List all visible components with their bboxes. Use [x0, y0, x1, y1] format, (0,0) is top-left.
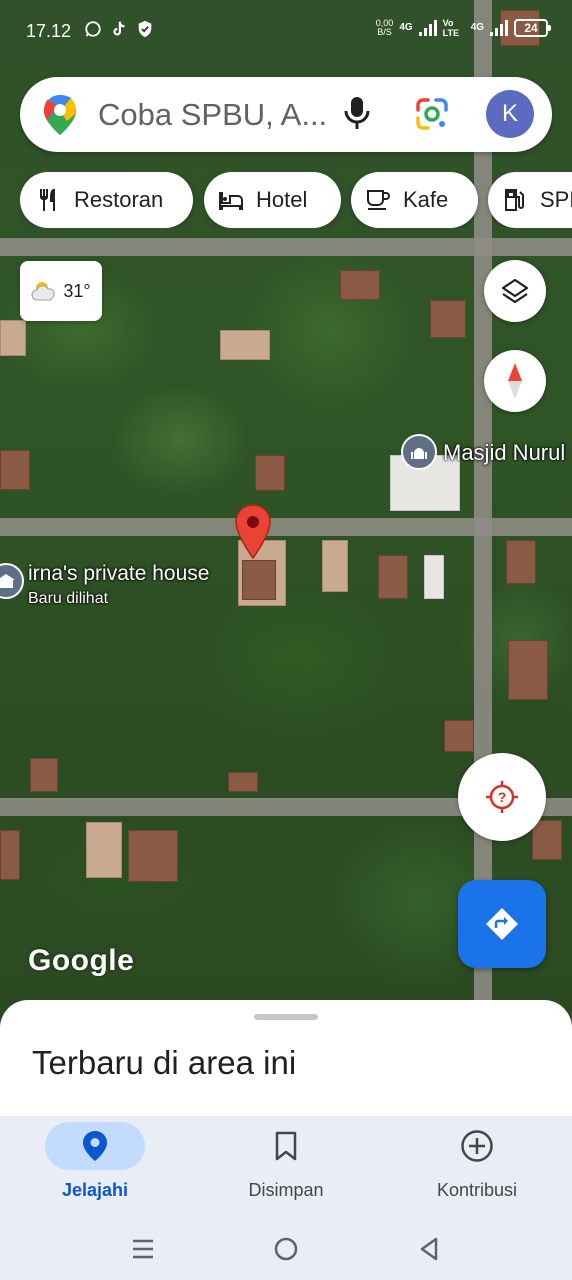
back-triangle-icon — [420, 1237, 438, 1261]
home-button[interactable] — [271, 1234, 301, 1264]
building — [424, 555, 444, 599]
google-lens-icon[interactable] — [414, 96, 450, 132]
google-maps-logo-icon — [44, 95, 76, 135]
net-type-1: 4G — [399, 22, 413, 33]
location-pin-icon — [83, 1131, 107, 1161]
building — [532, 820, 562, 860]
layers-icon — [501, 278, 529, 304]
drag-handle[interactable] — [254, 1014, 318, 1020]
weather-widget[interactable]: 31° — [20, 261, 102, 321]
building — [255, 455, 285, 491]
signal-bars-icon — [490, 20, 508, 36]
building — [340, 270, 380, 300]
bookmark-icon — [275, 1131, 297, 1161]
bottom-navigation: Jelajahi Disimpan Kontribusi — [0, 1116, 572, 1216]
nav-icon-container — [236, 1122, 336, 1170]
building — [30, 758, 58, 792]
road — [474, 0, 492, 1030]
net-speed: 0,00 B/S — [375, 18, 394, 37]
svg-text:?: ? — [498, 789, 507, 805]
search-bar[interactable]: Coba SPBU, A... K — [20, 77, 552, 152]
chip-spbu[interactable]: SPBU — [488, 172, 572, 228]
avatar[interactable]: K — [486, 90, 534, 138]
building — [430, 300, 466, 338]
selected-location-pin-icon[interactable] — [234, 504, 272, 560]
battery-icon: 24 — [514, 19, 551, 37]
building — [444, 720, 474, 752]
directions-button[interactable] — [458, 880, 546, 968]
google-watermark: Google — [28, 944, 135, 977]
nav-kontribusi[interactable]: Kontribusi — [382, 1116, 572, 1216]
mosque-icon[interactable] — [401, 434, 437, 470]
layers-button[interactable] — [484, 260, 546, 322]
bed-icon — [219, 192, 243, 210]
nav-label: Kontribusi — [436, 1180, 518, 1200]
category-chips: Restoran Hotel Kafe SPBU — [20, 172, 572, 228]
building — [242, 560, 276, 600]
coffee-icon — [367, 190, 390, 210]
building — [506, 540, 536, 584]
building — [508, 640, 548, 700]
volte-label: Vo LTE — [442, 18, 459, 38]
partly-cloudy-icon — [31, 282, 56, 301]
poi-sublabel-house: Baru dilihat — [28, 590, 109, 607]
nav-disimpan[interactable]: Disimpan — [191, 1116, 381, 1216]
tiktok-icon — [113, 21, 125, 36]
map-view[interactable]: Masjid Nurul irna's private house Baru d… — [0, 0, 572, 1030]
status-bar: 17.12 0,00 B/S 4G Vo LTE 4G 24 — [0, 0, 572, 64]
add-circle-icon — [461, 1130, 493, 1162]
building — [220, 330, 270, 360]
shield-check-icon — [138, 20, 152, 38]
building — [128, 830, 178, 882]
weather-temp: 31° — [63, 280, 91, 301]
nav-jelajahi[interactable]: Jelajahi — [0, 1116, 190, 1216]
nav-label: Disimpan — [248, 1180, 324, 1200]
signal-bars-icon — [418, 20, 437, 36]
my-location-button[interactable]: ? — [458, 753, 546, 841]
compass-icon — [508, 363, 522, 399]
net-type-2: 4G — [470, 22, 484, 33]
chip-label: Hotel — [256, 187, 308, 212]
sheet-title: Terbaru di area ini — [32, 1044, 297, 1081]
fork-knife-icon — [40, 189, 55, 211]
house-poi-icon[interactable] — [0, 563, 24, 599]
building — [0, 320, 26, 356]
chip-kafe[interactable]: Kafe — [351, 172, 478, 228]
back-button[interactable] — [414, 1234, 444, 1264]
microphone-icon[interactable] — [342, 95, 372, 131]
building — [86, 822, 122, 878]
nav-label: Jelajahi — [61, 1180, 129, 1200]
nav-active-indicator — [45, 1122, 145, 1170]
poi-label-mosque[interactable]: Masjid Nurul — [443, 440, 565, 466]
system-navigation-bar — [0, 1216, 572, 1280]
location-unknown-icon: ? — [486, 781, 518, 813]
building — [378, 555, 408, 599]
gas-pump-icon — [505, 189, 524, 211]
bottom-sheet[interactable]: Terbaru di area ini — [0, 1000, 572, 1116]
whatsapp-icon — [85, 21, 101, 37]
chip-hotel[interactable]: Hotel — [204, 172, 341, 228]
building — [228, 772, 258, 792]
recent-apps-button[interactable] — [128, 1234, 158, 1264]
chip-label: Restoran — [74, 187, 164, 212]
building — [0, 830, 20, 880]
chip-restoran[interactable]: Restoran — [20, 172, 193, 228]
chip-label: SPBU — [540, 187, 572, 212]
building — [0, 450, 30, 490]
search-input[interactable]: Coba SPBU, A... — [98, 97, 327, 133]
chip-label: Kafe — [403, 187, 449, 212]
building — [322, 540, 348, 592]
directions-icon — [486, 908, 518, 940]
menu-lines-icon — [133, 1239, 153, 1259]
nav-icon-container — [427, 1122, 527, 1170]
compass-button[interactable] — [484, 350, 546, 412]
poi-label-house[interactable]: irna's private house — [28, 562, 209, 586]
home-circle-icon — [274, 1237, 298, 1261]
status-time: 17.12 — [26, 21, 72, 41]
